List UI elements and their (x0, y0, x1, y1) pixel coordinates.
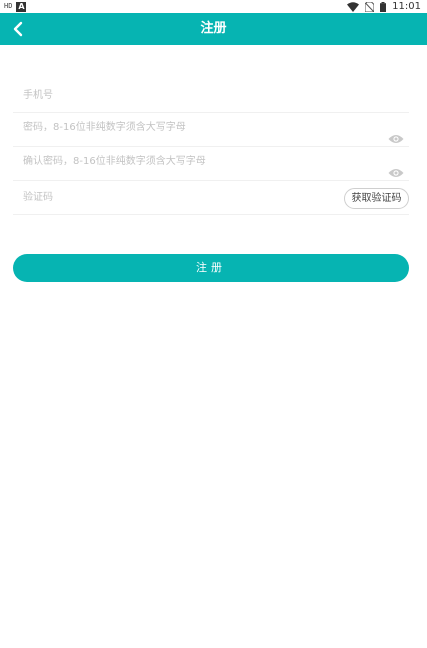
notification-badge: A (16, 1, 27, 12)
page-title: 注册 (200, 21, 227, 36)
no-sim-icon (365, 1, 375, 12)
register-screen: HD A 11:01 注册 手机号 验证码 获取验证码 注册 (0, 0, 427, 648)
chevron-left-icon (13, 21, 23, 37)
clock: 11:01 (392, 1, 421, 12)
wifi-icon (347, 1, 360, 12)
phone-row (13, 79, 409, 113)
status-bar: HD A 11:01 (0, 0, 427, 13)
password-row (13, 111, 409, 147)
eye-icon[interactable] (388, 164, 404, 177)
verification-code-row: 获取验证码 (13, 181, 409, 215)
register-form: 获取验证码 (13, 79, 409, 215)
eye-icon[interactable] (388, 130, 404, 143)
phone-input[interactable] (23, 79, 343, 112)
app-bar: 注册 (0, 13, 427, 45)
hd-indicator: HD (4, 2, 13, 10)
register-button[interactable]: 注册 (13, 254, 409, 282)
password-input[interactable] (23, 111, 343, 144)
verification-code-input[interactable] (23, 181, 343, 214)
confirm-password-row (13, 145, 409, 181)
get-code-button[interactable]: 获取验证码 (344, 188, 409, 209)
confirm-password-input[interactable] (23, 145, 343, 178)
status-bar-left: HD A (4, 0, 27, 13)
status-bar-right: 11:01 (347, 0, 421, 13)
back-button[interactable] (6, 17, 30, 41)
battery-icon (380, 1, 387, 12)
